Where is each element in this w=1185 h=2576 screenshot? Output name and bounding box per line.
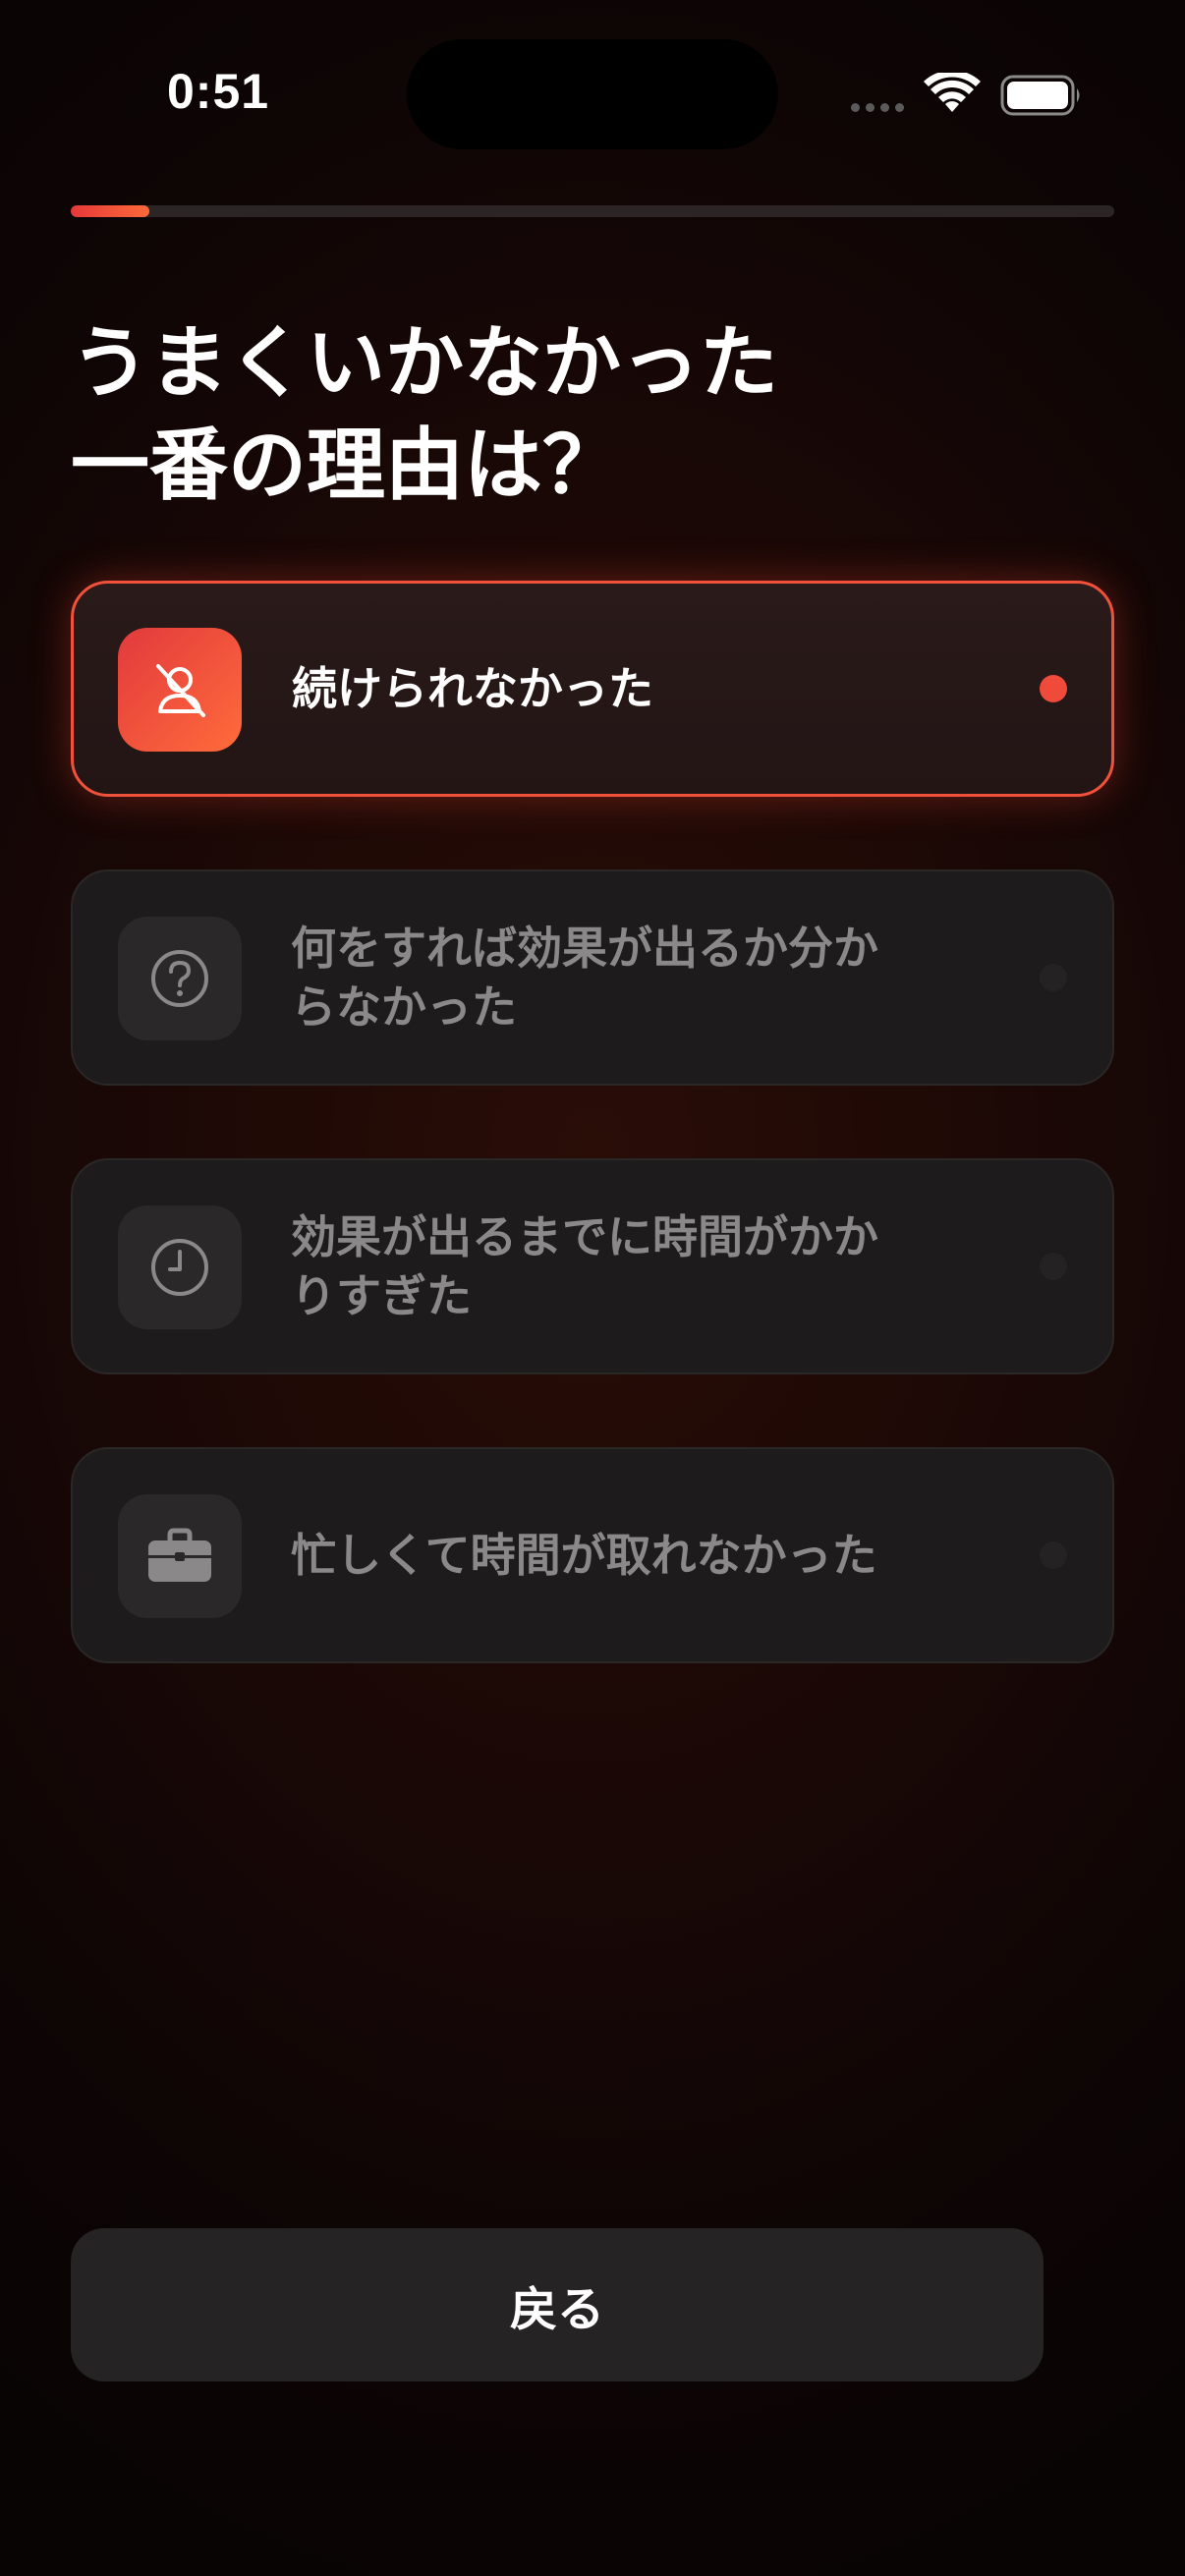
unselected-indicator — [1040, 1541, 1067, 1569]
unselected-indicator — [1040, 964, 1067, 991]
no-person-icon — [118, 628, 242, 752]
back-button[interactable]: 戻る — [71, 2228, 1044, 2381]
clock-icon — [118, 1205, 242, 1329]
option-took-too-long[interactable]: 効果が出るまでに時間がかか りすぎた — [71, 1158, 1114, 1374]
question-title: うまくいかなかった 一番の理由は？ — [71, 312, 1053, 517]
option-label-line1: 効果が出るまでに時間がかか — [291, 1210, 878, 1263]
question-title-line2: 一番の理由は？ — [71, 420, 621, 511]
option-label-line2: らなかった — [291, 980, 517, 1034]
option-label-line1: 何をすれば効果が出るか分か — [291, 922, 878, 975]
dynamic-island — [407, 39, 778, 149]
status-time: 0:51 — [167, 64, 270, 119]
briefcase-icon — [118, 1494, 242, 1618]
option-label: 効果が出るまでに時間がかか りすぎた — [291, 1207, 959, 1325]
wifi-icon — [924, 73, 981, 112]
option-label: 忙しくて時間が取れなかった — [291, 1529, 877, 1582]
option-label: 続けられなかった — [292, 662, 653, 715]
option-too-busy[interactable]: 忙しくて時間が取れなかった — [71, 1447, 1114, 1663]
selected-indicator — [1040, 675, 1067, 702]
progress-bar — [71, 205, 1114, 217]
option-did-not-know-what-to-do[interactable]: 何をすれば効果が出るか分か らなかった — [71, 869, 1114, 1086]
option-label: 何をすれば効果が出るか分か らなかった — [291, 919, 959, 1036]
question-icon — [118, 917, 242, 1040]
question-title-line1: うまくいかなかった — [71, 317, 778, 409]
battery-icon — [1000, 75, 1080, 116]
option-could-not-continue[interactable]: 続けられなかった — [71, 581, 1114, 797]
progress-fill — [71, 205, 149, 217]
unselected-indicator — [1040, 1253, 1067, 1280]
option-label-line2: りすぎた — [291, 1269, 472, 1322]
cellular-signal-icon — [851, 103, 904, 112]
